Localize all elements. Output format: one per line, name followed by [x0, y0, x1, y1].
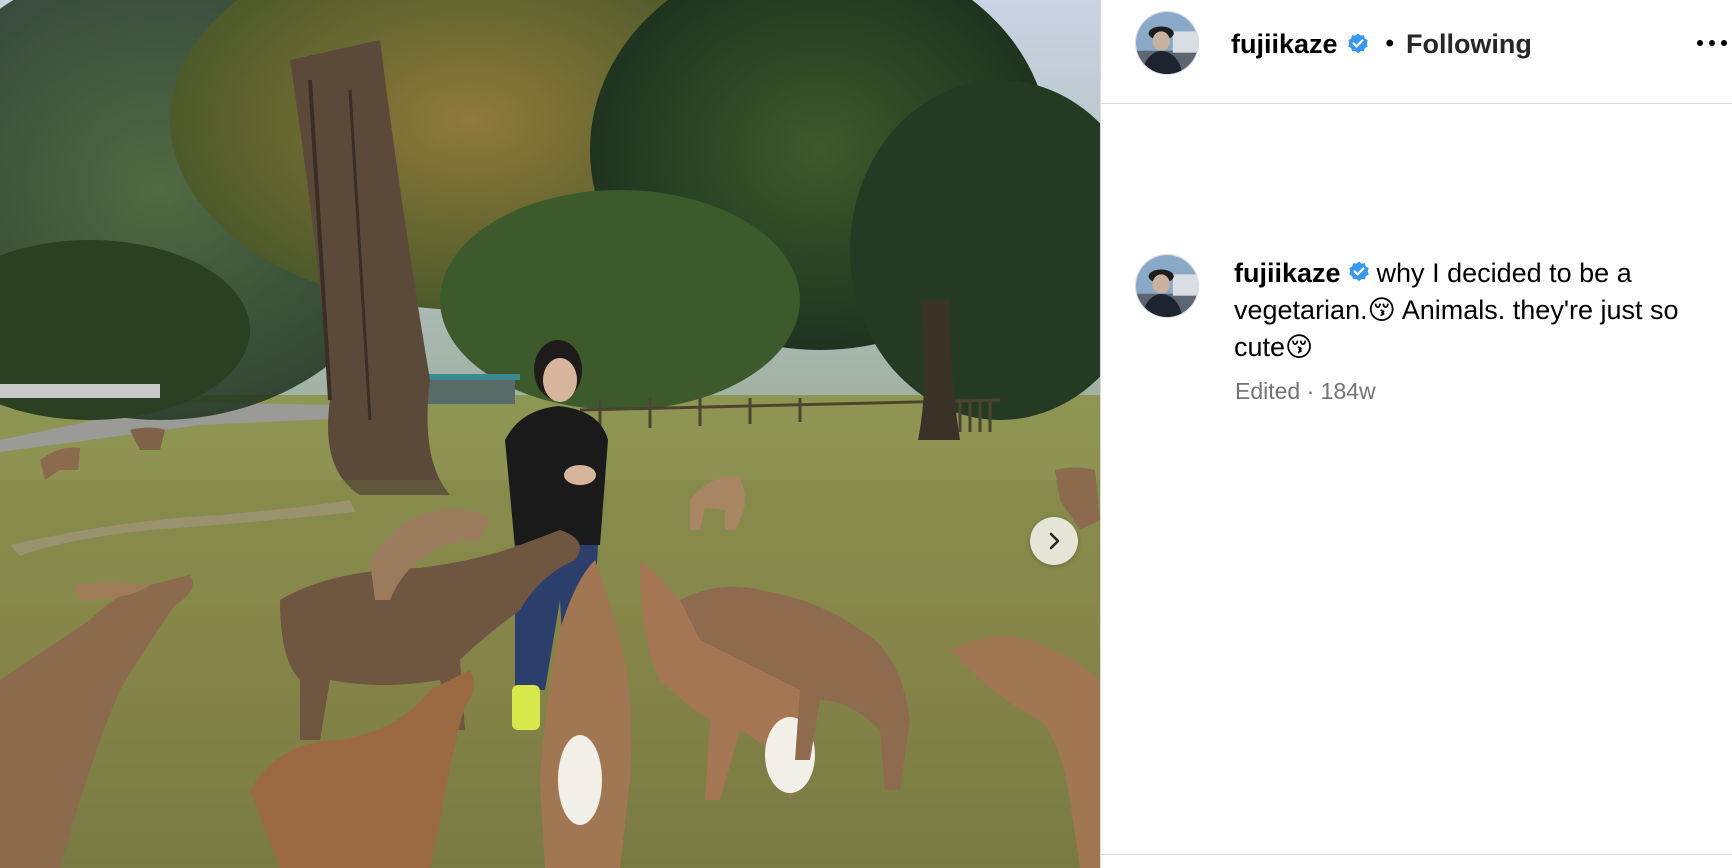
username-link[interactable]: fujiikaze — [1231, 29, 1338, 60]
next-photo-button[interactable] — [1030, 517, 1078, 565]
verified-badge-icon — [1347, 33, 1368, 54]
caption-avatar[interactable] — [1135, 254, 1199, 318]
meta-separator: · — [1300, 378, 1321, 404]
kissing-face-emoji: 😚 — [1367, 295, 1396, 326]
kissing-face-emoji: 😚 — [1285, 332, 1314, 363]
caption-text: fujiikaze why I decided to be a vegetari… — [1234, 255, 1724, 366]
edited-label: Edited — [1235, 378, 1301, 404]
header-username-row: fujiikaze • Following — [1231, 24, 1532, 64]
profile-photo — [1136, 255, 1198, 317]
verified-badge-icon — [1348, 261, 1369, 281]
chevron-right-icon — [1049, 532, 1060, 550]
separator-dot: • — [1385, 30, 1394, 57]
deer-park-photo — [0, 0, 1100, 868]
post-header: fujiikaze • Following — [1101, 0, 1732, 104]
profile-photo — [1136, 12, 1198, 74]
post-age[interactable]: 184w — [1321, 378, 1376, 404]
avatar[interactable] — [1135, 11, 1199, 75]
more-options-icon[interactable] — [1692, 28, 1732, 58]
divider — [1101, 854, 1732, 855]
post-photo[interactable] — [0, 0, 1100, 868]
post-side-panel: fujiikaze • Following fujiikaze why I de… — [1100, 0, 1732, 868]
caption-username-link[interactable]: fujiikaze — [1234, 258, 1341, 288]
following-button[interactable]: Following — [1406, 29, 1532, 60]
post-meta: Edited · 184w — [1235, 378, 1376, 405]
